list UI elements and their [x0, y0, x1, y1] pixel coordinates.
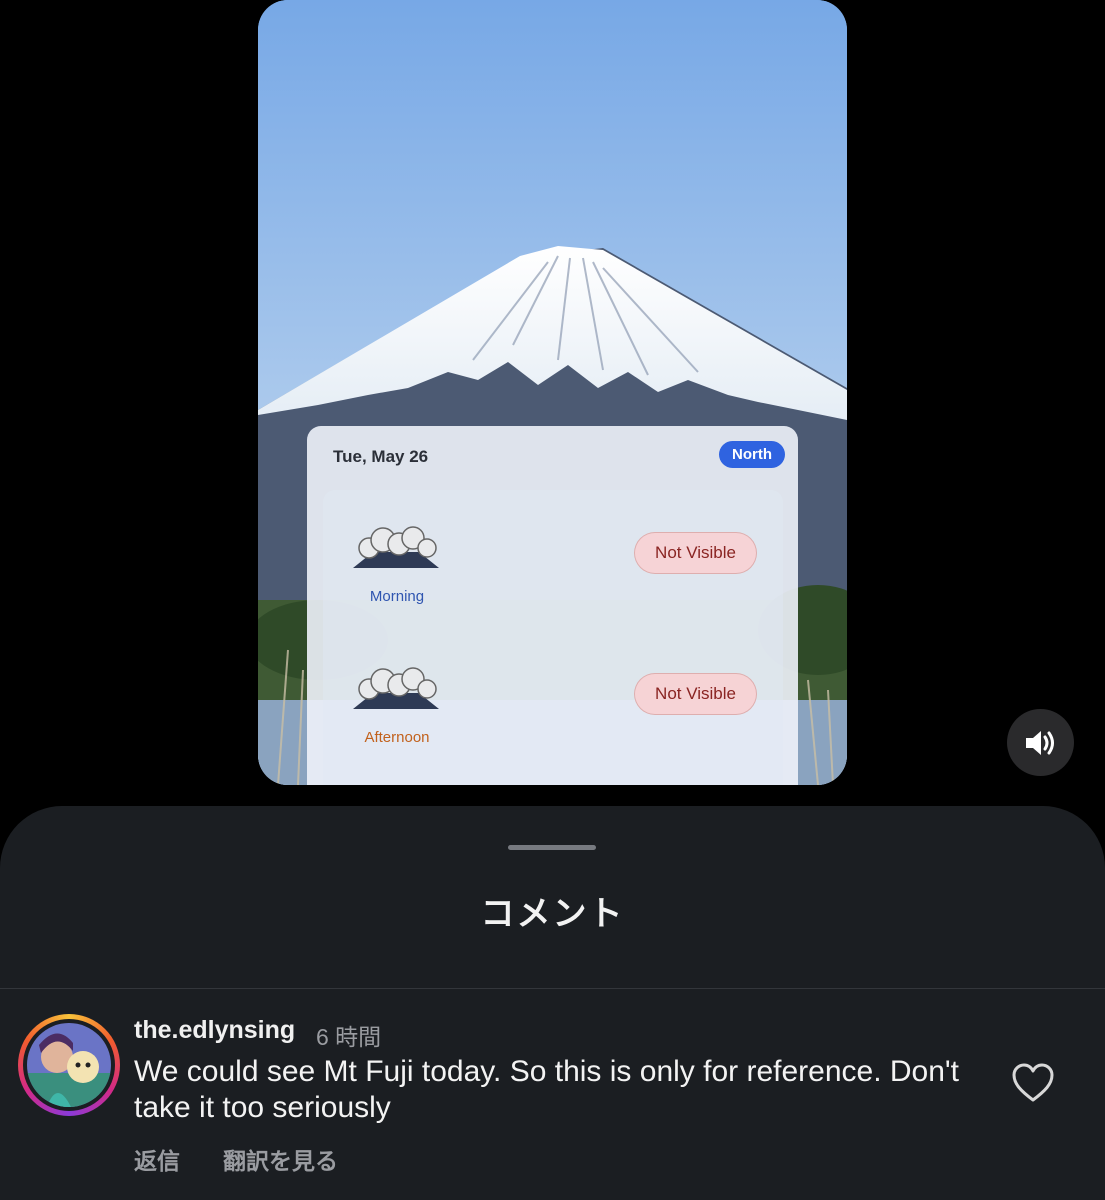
sound-toggle-button[interactable]	[1007, 709, 1074, 776]
forecast-row-morning: Morning Not Visible	[323, 490, 783, 620]
period-label-morning: Morning	[369, 588, 425, 605]
forecast-periods: Morning Not Visible Afternoon Not Visibl…	[323, 490, 783, 785]
avatar-image	[27, 1023, 111, 1107]
heart-outline-icon[interactable]	[1011, 1063, 1055, 1103]
comments-sheet: コメント the.edlynsing 6 時間 We could see Mt …	[0, 806, 1105, 1200]
visibility-status-morning: Not Visible	[634, 532, 757, 574]
comment-time: 6 時間	[316, 1024, 382, 1050]
fuji-forecast-card: Tue, May 26 North Morning Not Visible Af…	[307, 426, 798, 785]
forecast-row-afternoon: Afternoon Not Visible	[323, 631, 783, 761]
see-translation-button[interactable]: 翻訳を見る	[223, 1142, 338, 1176]
cloudy-mountain-icon	[353, 667, 439, 709]
reply-button[interactable]: 返信	[134, 1142, 180, 1176]
visibility-status-afternoon: Not Visible	[634, 673, 757, 715]
direction-badge: North	[719, 441, 785, 468]
period-label-afternoon: Afternoon	[364, 729, 430, 746]
divider	[0, 988, 1105, 989]
comment-username[interactable]: the.edlynsing	[134, 1016, 295, 1045]
speaker-volume-icon	[1025, 730, 1054, 755]
cloudy-mountain-icon	[353, 526, 439, 568]
reel-video[interactable]: Tue, May 26 North Morning Not Visible Af…	[258, 0, 847, 785]
sheet-title: コメント	[480, 895, 625, 933]
sheet-drag-handle[interactable]	[508, 845, 596, 850]
avatar[interactable]	[18, 1014, 120, 1116]
comment-text: We could see Mt Fuji today. So this is o…	[134, 1055, 959, 1124]
forecast-date: Tue, May 26	[333, 447, 429, 466]
